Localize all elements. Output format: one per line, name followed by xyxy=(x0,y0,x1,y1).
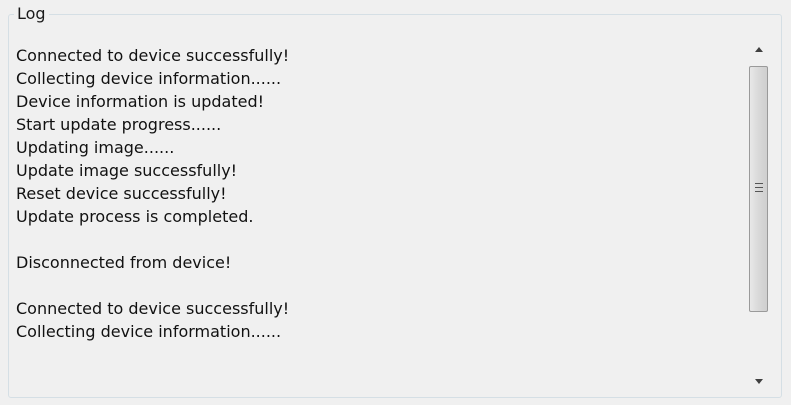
log-line: Update image successfully! xyxy=(16,161,238,180)
scroll-down-button[interactable] xyxy=(748,368,770,394)
scroll-up-button[interactable] xyxy=(748,36,770,62)
vertical-scrollbar[interactable] xyxy=(744,36,772,394)
log-lines: Connected to device successfully! Collec… xyxy=(16,44,742,343)
log-line xyxy=(16,274,742,297)
log-line: Collecting device information...... xyxy=(16,322,282,341)
scroll-up-arrow-icon xyxy=(755,46,763,52)
log-line: Start update progress...... xyxy=(16,115,222,134)
scroll-grip-icon xyxy=(755,183,763,192)
scroll-thumb[interactable] xyxy=(749,66,768,312)
log-line xyxy=(16,228,742,251)
log-line: Device information is updated! xyxy=(16,92,265,111)
log-line: Connected to device successfully! xyxy=(16,299,290,318)
log-line: Connected to device successfully! xyxy=(16,46,290,65)
scroll-track[interactable] xyxy=(748,62,770,368)
log-line: Reset device successfully! xyxy=(16,184,227,203)
log-line: Collecting device information...... xyxy=(16,69,282,88)
log-line: Update process is completed. xyxy=(16,207,254,226)
scroll-down-arrow-icon xyxy=(755,378,763,384)
log-line: Disconnected from device! xyxy=(16,253,232,272)
log-groupbox-title: Log xyxy=(14,4,49,24)
log-line: Updating image...... xyxy=(16,138,175,157)
log-window: Log Connected to device successfully! Co… xyxy=(0,0,791,405)
log-textarea[interactable]: Connected to device successfully! Collec… xyxy=(16,36,772,394)
